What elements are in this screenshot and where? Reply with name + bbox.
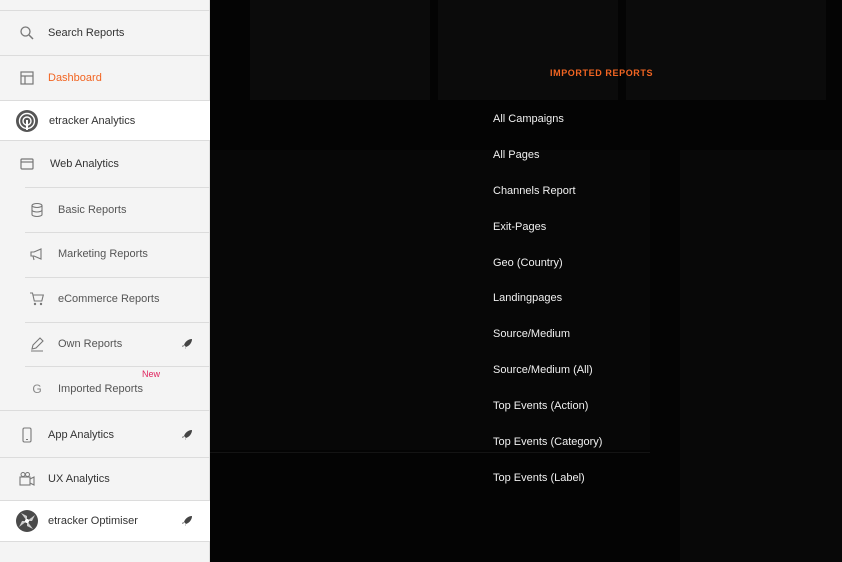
- app-analytics-label: App Analytics: [48, 429, 115, 441]
- imported-reports-heading: IMPORTED REPORTS: [550, 68, 654, 78]
- menu-item-top-events-category[interactable]: Top Events (Category): [493, 436, 602, 448]
- menu-item-channels-report[interactable]: Channels Report: [493, 185, 576, 197]
- menu-item-exit-pages[interactable]: Exit-Pages: [493, 221, 546, 233]
- rocket-icon: [181, 515, 193, 527]
- background-widget: [438, 0, 618, 100]
- divider: [25, 322, 210, 323]
- video-camera-icon: [18, 470, 36, 488]
- menu-item-geo-country[interactable]: Geo (Country): [493, 257, 563, 269]
- menu-item-all-campaigns[interactable]: All Campaigns: [493, 113, 564, 125]
- sidebar-item-etracker-optimiser[interactable]: etracker Optimiser: [0, 501, 210, 541]
- menu-item-top-events-label[interactable]: Top Events (Label): [493, 472, 585, 484]
- database-icon: [28, 201, 46, 219]
- web-analytics-label: Web Analytics: [50, 158, 119, 170]
- imported-reports-overlay: IMPORTED REPORTS All Campaigns All Pages…: [210, 0, 842, 562]
- sidebar-item-imported-reports[interactable]: G Imported Reports New: [0, 369, 210, 400]
- divider: [0, 457, 210, 458]
- sidebar-item-web-analytics[interactable]: Web Analytics: [0, 153, 210, 175]
- divider: [0, 55, 210, 56]
- basic-reports-label: Basic Reports: [58, 204, 127, 216]
- menu-item-top-events-action[interactable]: Top Events (Action): [493, 400, 588, 412]
- megaphone-icon: [28, 245, 46, 263]
- menu-item-source-medium[interactable]: Source/Medium: [493, 328, 570, 340]
- divider: [0, 140, 210, 141]
- divider: [25, 232, 210, 233]
- google-g-icon: G: [32, 382, 42, 396]
- dashboard-label: Dashboard: [48, 72, 102, 84]
- sidebar-item-own-reports[interactable]: Own Reports: [0, 333, 210, 355]
- sidebar-item-marketing-reports[interactable]: Marketing Reports: [0, 243, 210, 265]
- dashboard-icon: [18, 69, 36, 87]
- own-reports-label: Own Reports: [58, 338, 123, 350]
- ecommerce-reports-label: eCommerce Reports: [58, 293, 160, 305]
- background-widget: [250, 0, 430, 100]
- menu-item-all-pages[interactable]: All Pages: [493, 149, 539, 161]
- etracker-analytics-logo-icon: [15, 109, 39, 133]
- sidebar: Search Reports Dashboard etracker Analyt…: [0, 0, 210, 562]
- rocket-icon: [181, 429, 193, 441]
- marketing-reports-label: Marketing Reports: [58, 248, 148, 260]
- search-reports-label: Search Reports: [48, 27, 125, 39]
- imported-reports-label: Imported Reports: [58, 383, 143, 395]
- menu-item-landingpages[interactable]: Landingpages: [493, 292, 562, 304]
- background-widget: [626, 0, 826, 100]
- rocket-icon: [181, 338, 193, 350]
- sidebar-item-etracker-analytics[interactable]: etracker Analytics: [0, 101, 210, 140]
- divider: [0, 10, 210, 11]
- mobile-phone-icon: [18, 426, 36, 444]
- browser-window-icon: [18, 155, 36, 173]
- divider: [0, 410, 210, 411]
- background-panel: [680, 150, 842, 562]
- analytics-text: Analytics: [88, 114, 136, 127]
- ux-analytics-label: UX Analytics: [48, 473, 110, 485]
- search-reports-item[interactable]: Search Reports: [0, 22, 210, 44]
- new-badge: New: [142, 369, 161, 379]
- pencil-icon: [28, 335, 46, 353]
- sidebar-item-ecommerce-reports[interactable]: eCommerce Reports: [0, 288, 210, 310]
- divider: [25, 187, 210, 188]
- search-icon: [18, 24, 36, 42]
- etracker-analytics-label: etracker Analytics: [49, 115, 135, 127]
- menu-item-source-medium-all[interactable]: Source/Medium (All): [493, 364, 593, 376]
- sidebar-item-dashboard[interactable]: Dashboard: [0, 67, 210, 89]
- etracker-brand-text: etracker: [49, 114, 89, 127]
- divider: [25, 366, 210, 367]
- divider: [0, 541, 210, 542]
- sidebar-item-ux-analytics[interactable]: UX Analytics: [0, 468, 210, 490]
- sidebar-item-basic-reports[interactable]: Basic Reports: [0, 199, 210, 221]
- sidebar-item-app-analytics[interactable]: App Analytics: [0, 424, 210, 446]
- etracker-optimiser-label: etracker Optimiser: [48, 515, 138, 527]
- shopping-cart-icon: [28, 290, 46, 308]
- etracker-optimiser-logo-icon: [15, 509, 39, 533]
- background-divider: [210, 452, 650, 453]
- divider: [25, 277, 210, 278]
